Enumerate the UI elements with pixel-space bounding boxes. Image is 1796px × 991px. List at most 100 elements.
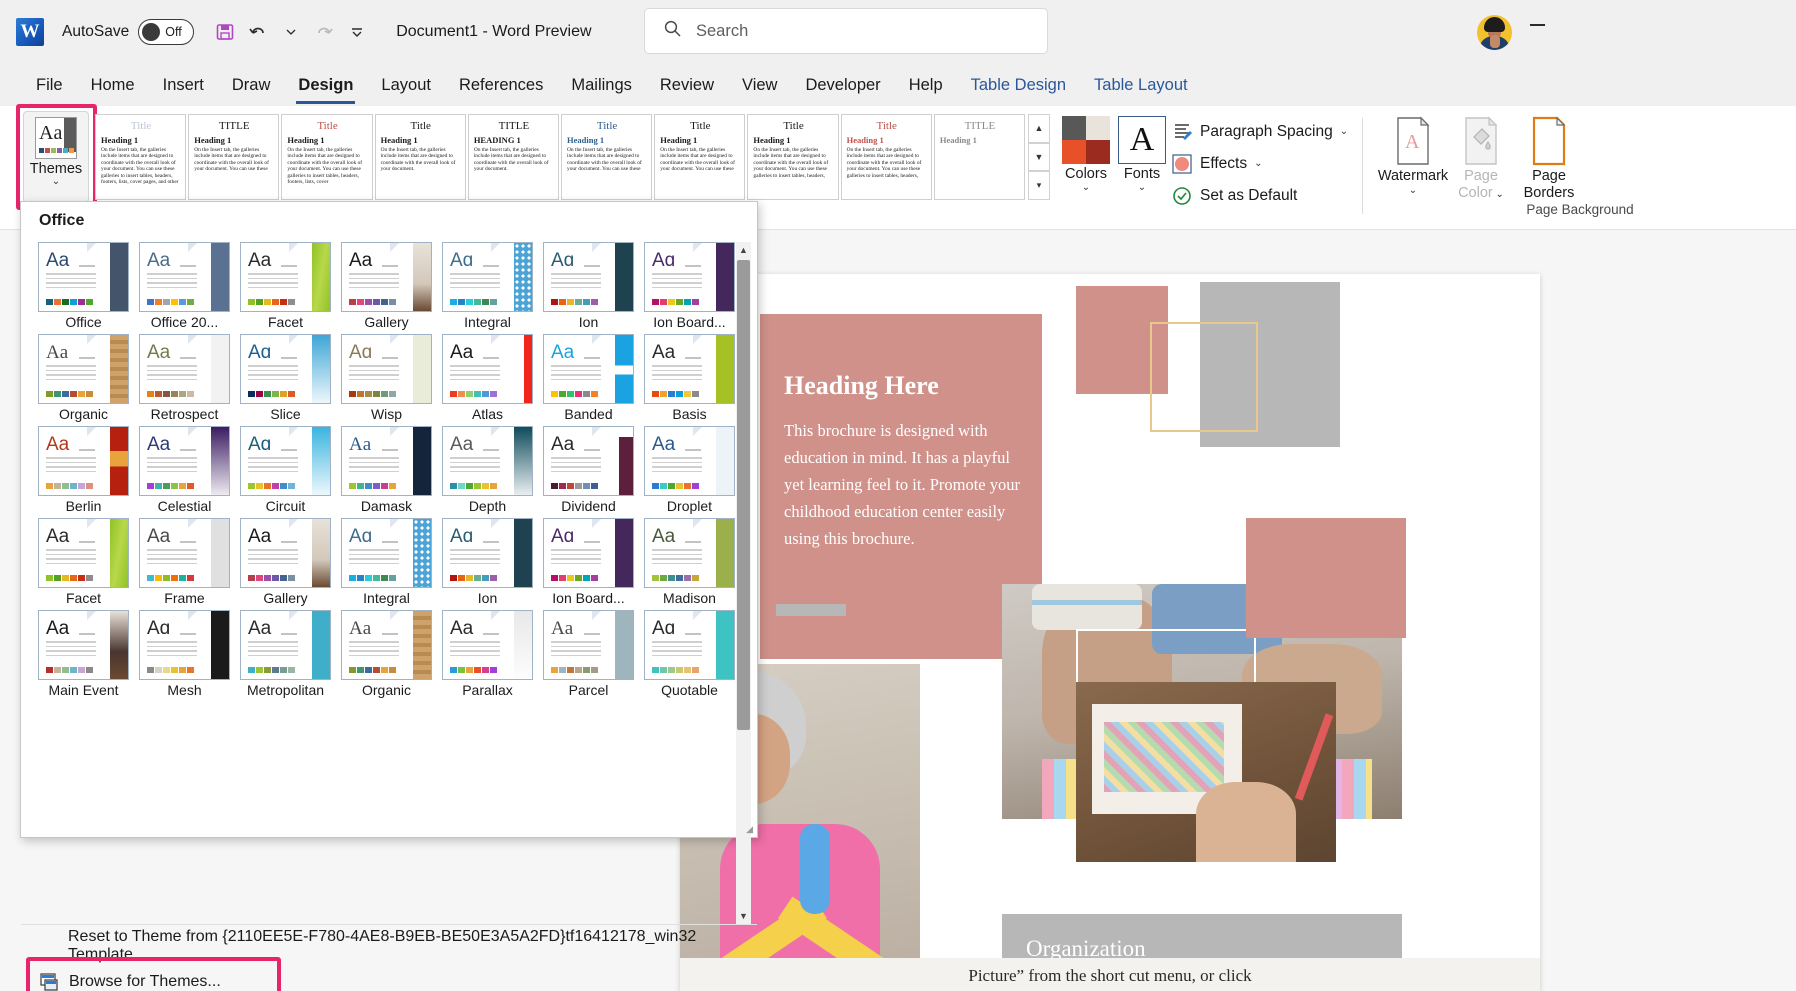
theme-item[interactable]: Aa Damask [336,426,437,514]
theme-name: Metropolitan [246,682,325,698]
theme-item[interactable]: Aa Droplet [639,426,740,514]
autosave-toggle[interactable]: Off [138,19,195,45]
tab-table-design[interactable]: Table Design [957,73,1080,98]
style-gallery-more-icon[interactable]: ▾ [1028,171,1050,201]
tab-review[interactable]: Review [646,73,728,98]
style-set-card[interactable]: Title Heading 1 On the Insert tab, the gal… [747,114,839,200]
theme-item[interactable]: Aɑ Ion Board... [639,242,740,330]
tab-developer[interactable]: Developer [791,73,894,98]
style-card-title: Title [876,120,897,132]
paragraph-spacing-button[interactable]: Paragraph Spacing ⌄ [1170,118,1350,145]
theme-item[interactable]: Aa Dividend [538,426,639,514]
theme-colors-button[interactable]: Colors ⌄ [1055,116,1117,193]
resize-grip-icon[interactable]: ◢ [746,824,753,835]
tab-design[interactable]: Design [284,73,367,104]
theme-item[interactable]: Aa Facet [33,518,134,606]
style-set-card[interactable]: Title Heading 1 On the Insert tab, the gal… [561,114,653,200]
theme-item[interactable]: Aa Organic [336,610,437,698]
theme-item[interactable]: Aa Main Event [33,610,134,698]
theme-item[interactable]: Aa Retrospect [134,334,235,422]
themes-button[interactable]: Aa Themes ⌄ [23,111,89,203]
theme-item[interactable]: Aa Depth [437,426,538,514]
theme-item[interactable]: Aɑ Quotable [639,610,740,698]
themes-gallery-scrollbar[interactable]: ▲ ▼ [736,242,751,924]
theme-name: Circuit [265,498,306,514]
theme-item[interactable]: Aɑ Wisp [336,334,437,422]
theme-item[interactable]: Aa Metropolitan [235,610,336,698]
tab-help[interactable]: Help [895,73,957,98]
theme-name: Damask [360,498,413,514]
tab-mailings[interactable]: Mailings [557,73,646,98]
style-card-title: TITLE [498,120,530,132]
style-set-card[interactable]: Title Heading 1 On the Insert tab, the gal… [95,114,187,200]
theme-item[interactable]: Aɑ Ion [538,242,639,330]
style-set-card[interactable]: TITLE HEADING 1 On the Insert tab, the gal… [467,114,560,200]
theme-item[interactable]: Aɑ Ion [437,518,538,606]
tab-table-layout[interactable]: Table Layout [1080,73,1202,98]
theme-item[interactable]: Aɑ Mesh [134,610,235,698]
page-color-label-line1: Page [1464,168,1498,184]
scrollbar-thumb[interactable] [737,260,750,730]
theme-item[interactable]: Aa Celestial [134,426,235,514]
theme-name: Parallax [462,682,513,698]
theme-fonts-button[interactable]: A Fonts ⌄ [1112,116,1172,193]
theme-item[interactable]: Aɑ Ion Board... [538,518,639,606]
style-set-card[interactable]: Title Heading 1 On the Insert tab, the gal… [281,114,373,200]
user-avatar[interactable] [1477,15,1512,50]
customize-quick-access-toolbar-icon[interactable] [342,17,372,47]
tab-references[interactable]: References [445,73,557,98]
style-set-card[interactable]: TITLE Heading 1 On the Insert tab, the gal… [188,114,280,200]
theme-item[interactable]: Aɑ Integral [336,518,437,606]
style-card-heading: Heading 1 [194,135,232,145]
style-set-card[interactable]: Title Heading 1 On the Insert tab, the gal… [840,114,932,200]
style-set-card[interactable]: Title Heading 1 On the Insert tab, the gal… [374,114,466,200]
page-borders-button[interactable]: Page Borders [1506,114,1592,202]
browse-for-themes-menu-item[interactable]: Browse for Themes... [31,964,747,991]
theme-item[interactable]: Aa Office [33,242,134,330]
undo-dropdown-chevron-down-icon[interactable] [276,17,306,47]
theme-item[interactable]: Aa Gallery [336,242,437,330]
theme-name: Organic [361,682,412,698]
tab-draw[interactable]: Draw [218,73,285,98]
theme-colors-icon [1062,116,1110,164]
style-card-body: On the Insert tab, the galleries include… [287,147,363,186]
minimize-button[interactable] [1512,0,1562,50]
style-gallery-scroll-down-icon[interactable]: ▼ [1028,142,1050,172]
save-icon[interactable] [210,17,240,47]
theme-item[interactable]: Aɑ Slice [235,334,336,422]
theme-item[interactable]: Aa Frame [134,518,235,606]
reset-to-theme-menu-item[interactable]: Reset to Theme from {2110EE5E-F780-4AE8-… [31,928,747,964]
effects-button[interactable]: Effects ⌄ [1170,150,1350,177]
theme-item[interactable]: Aa Facet [235,242,336,330]
scroll-up-arrow-icon[interactable]: ▲ [736,242,751,258]
tab-file[interactable]: File [22,73,77,98]
set-as-default-button[interactable]: Set as Default [1170,182,1350,209]
style-set-card[interactable]: TITLE Heading 1 [933,114,1026,200]
theme-item[interactable]: Aa Parcel [538,610,639,698]
tab-home[interactable]: Home [77,73,149,98]
tab-insert[interactable]: Insert [149,73,218,98]
theme-item[interactable]: Aa Madison [639,518,740,606]
theme-item[interactable]: Aa Berlin [33,426,134,514]
theme-name: Main Event [48,682,119,698]
themes-dropdown-divider [21,924,757,925]
theme-item[interactable]: Aɑ Integral [437,242,538,330]
redo-icon[interactable] [309,17,339,47]
style-set-card[interactable]: Title Heading 1 On the Insert tab, the gal… [654,114,746,200]
page-borders-label-line2: Borders [1523,185,1575,201]
theme-item[interactable]: Aa Basis [639,334,740,422]
scroll-down-arrow-icon[interactable]: ▼ [736,908,751,924]
theme-item[interactable]: Aa Organic [33,334,134,422]
theme-item[interactable]: Aa Office 20... [134,242,235,330]
tab-layout[interactable]: Layout [367,73,445,98]
style-gallery-scroll-up-icon[interactable]: ▲ [1028,114,1050,143]
theme-item[interactable]: Aa Parallax [437,610,538,698]
tab-view[interactable]: View [728,73,791,98]
theme-item[interactable]: Aa Atlas [437,334,538,422]
theme-item[interactable]: Aa Gallery [235,518,336,606]
search-input[interactable]: Search [644,8,1048,54]
theme-thumbnail: Aa [38,334,129,404]
theme-item[interactable]: Aa Banded [538,334,639,422]
theme-item[interactable]: Aɑ Circuit [235,426,336,514]
undo-icon[interactable] [243,17,273,47]
